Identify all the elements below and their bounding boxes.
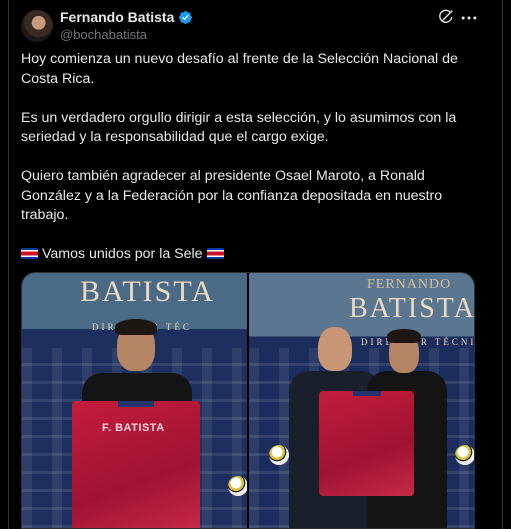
tweet-paragraph: Quiero también agradecer al presidente O… (21, 168, 443, 223)
banner-name: BATISTA (349, 293, 474, 324)
author-display-name[interactable]: Fernando Batista (60, 9, 174, 25)
media-grid: BATISTA DIRECTOR TÉC F. BATISTA FERNANDO… (21, 272, 475, 529)
author-avatar[interactable] (21, 10, 53, 42)
photo-2[interactable]: FERNANDO BATISTA DIRECTOR TÉCNICO (249, 273, 474, 528)
ball (269, 445, 289, 465)
tweet-paragraph: Es un verdadero orgullo dirigir a esta s… (21, 109, 457, 146)
jersey-name: F. BATISTA (102, 422, 165, 434)
closing-line-text: Vamos unidos por la Sele (41, 246, 203, 262)
more-options-icon[interactable] (459, 8, 479, 28)
jersey (319, 391, 414, 496)
banner-first-name: FERNANDO (367, 277, 452, 292)
verified-badge-icon (179, 10, 193, 24)
costa-rica-flag-icon (21, 248, 38, 259)
tweet-paragraph: Hoy comienza un nuevo desafío al frente … (21, 51, 458, 87)
ball (228, 476, 247, 496)
tweet-closing-line: Vamos unidos por la Sele (21, 245, 481, 265)
banner-name: BATISTA (80, 275, 215, 308)
photo-1[interactable]: BATISTA DIRECTOR TÉC F. BATISTA (22, 273, 247, 528)
jersey: F. BATISTA (72, 401, 200, 528)
ball (455, 445, 474, 465)
grok-icon[interactable] (437, 8, 455, 26)
costa-rica-flag-icon (206, 248, 224, 259)
tweet-text: Hoy comienza un nuevo desafío al frente … (21, 50, 481, 284)
author-handle[interactable]: @bochabatista (60, 27, 147, 42)
author-name-row: Fernando Batista (60, 9, 193, 25)
